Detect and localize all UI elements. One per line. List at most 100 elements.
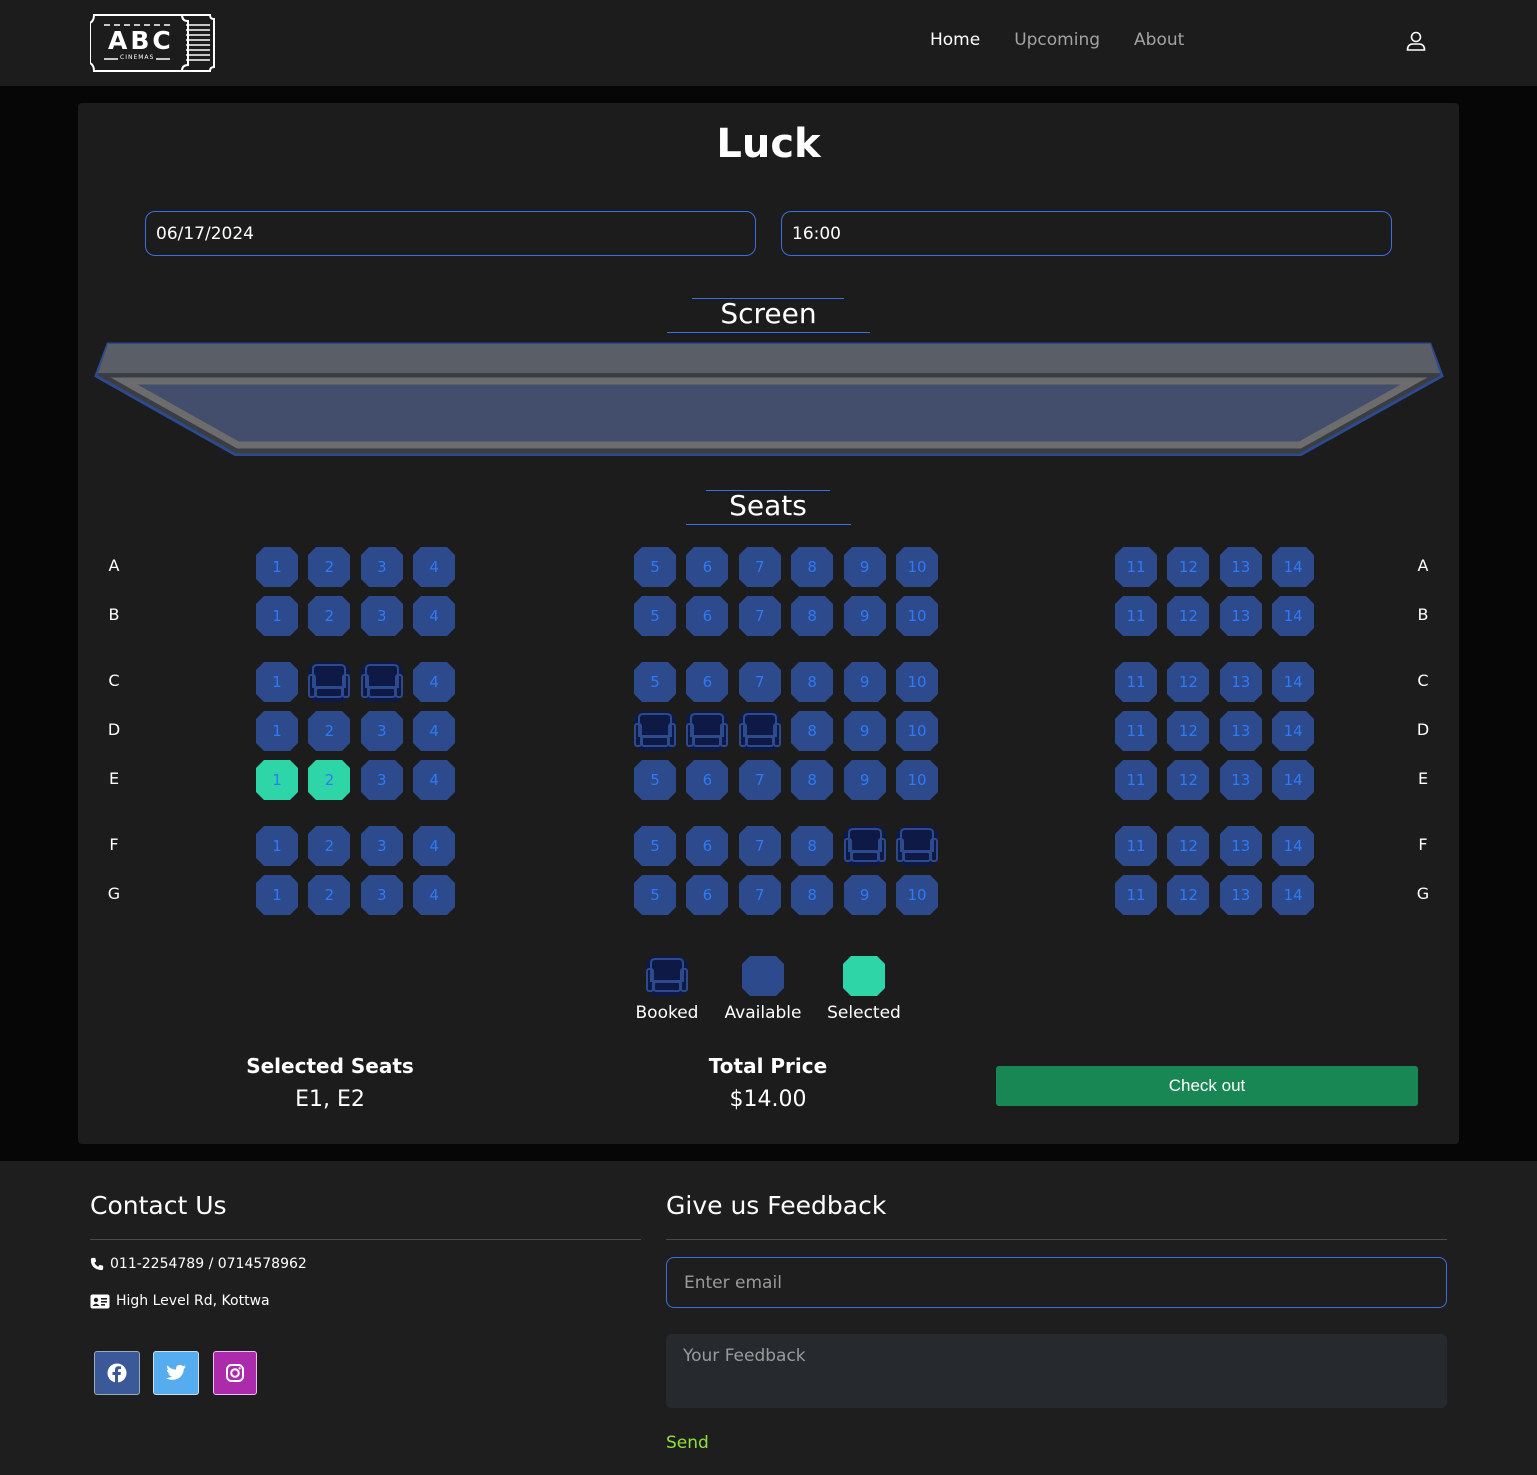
seat-d10[interactable]: 10 [895, 710, 939, 752]
seat-e3[interactable]: 3 [360, 759, 404, 801]
seat-g3[interactable]: 3 [360, 874, 404, 916]
seat-f3[interactable]: 3 [360, 825, 404, 867]
seat-b12[interactable]: 12 [1166, 595, 1210, 637]
seat-b11[interactable]: 11 [1114, 595, 1158, 637]
date-input[interactable]: 06/17/2024 [145, 211, 756, 256]
seat-f2[interactable]: 2 [307, 825, 351, 867]
nav-home-link[interactable]: Home [930, 30, 980, 50]
seat-g5[interactable]: 5 [633, 874, 677, 916]
seat-b10[interactable]: 10 [895, 595, 939, 637]
seat-e2[interactable]: 2 [307, 759, 351, 801]
seat-d4[interactable]: 4 [412, 710, 456, 752]
seat-c9[interactable]: 9 [843, 661, 887, 703]
seat-g13[interactable]: 13 [1219, 874, 1263, 916]
seat-c4[interactable]: 4 [412, 661, 456, 703]
seat-b4[interactable]: 4 [412, 595, 456, 637]
seat-f6[interactable]: 6 [685, 825, 729, 867]
seat-c11[interactable]: 11 [1114, 661, 1158, 703]
time-input[interactable]: 16:00 [781, 211, 1392, 256]
seat-g12[interactable]: 12 [1166, 874, 1210, 916]
seat-d13[interactable]: 13 [1219, 710, 1263, 752]
seat-g1[interactable]: 1 [255, 874, 299, 916]
seat-c1[interactable]: 1 [255, 661, 299, 703]
seat-c12[interactable]: 12 [1166, 661, 1210, 703]
seat-e10[interactable]: 10 [895, 759, 939, 801]
seat-c13[interactable]: 13 [1219, 661, 1263, 703]
seat-e14[interactable]: 14 [1271, 759, 1315, 801]
seat-e1[interactable]: 1 [255, 759, 299, 801]
seat-b7[interactable]: 7 [738, 595, 782, 637]
seat-c10[interactable]: 10 [895, 661, 939, 703]
seat-g6[interactable]: 6 [685, 874, 729, 916]
seat-e5[interactable]: 5 [633, 759, 677, 801]
seat-d12[interactable]: 12 [1166, 710, 1210, 752]
seat-a13[interactable]: 13 [1219, 546, 1263, 588]
send-button[interactable]: Send [666, 1433, 709, 1453]
seat-e4[interactable]: 4 [412, 759, 456, 801]
seat-d3[interactable]: 3 [360, 710, 404, 752]
seat-a11[interactable]: 11 [1114, 546, 1158, 588]
seat-f12[interactable]: 12 [1166, 825, 1210, 867]
seat-g11[interactable]: 11 [1114, 874, 1158, 916]
email-field[interactable]: Enter email [666, 1257, 1447, 1308]
seat-g7[interactable]: 7 [738, 874, 782, 916]
seat-g8[interactable]: 8 [790, 874, 834, 916]
seat-e6[interactable]: 6 [685, 759, 729, 801]
seat-b2[interactable]: 2 [307, 595, 351, 637]
feedback-textarea[interactable]: Your Feedback [666, 1334, 1447, 1408]
seat-b1[interactable]: 1 [255, 595, 299, 637]
seat-a7[interactable]: 7 [738, 546, 782, 588]
checkout-button[interactable]: Check out [996, 1066, 1418, 1106]
seat-a3[interactable]: 3 [360, 546, 404, 588]
seat-f11[interactable]: 11 [1114, 825, 1158, 867]
seat-b5[interactable]: 5 [633, 595, 677, 637]
seat-f7[interactable]: 7 [738, 825, 782, 867]
seat-a2[interactable]: 2 [307, 546, 351, 588]
seat-e13[interactable]: 13 [1219, 759, 1263, 801]
seat-g2[interactable]: 2 [307, 874, 351, 916]
seat-e7[interactable]: 7 [738, 759, 782, 801]
seat-a12[interactable]: 12 [1166, 546, 1210, 588]
seat-a14[interactable]: 14 [1271, 546, 1315, 588]
seat-a8[interactable]: 8 [790, 546, 834, 588]
seat-a1[interactable]: 1 [255, 546, 299, 588]
seat-c5[interactable]: 5 [633, 661, 677, 703]
seat-e8[interactable]: 8 [790, 759, 834, 801]
seat-a10[interactable]: 10 [895, 546, 939, 588]
seat-b13[interactable]: 13 [1219, 595, 1263, 637]
facebook-button[interactable] [94, 1351, 140, 1395]
seat-a4[interactable]: 4 [412, 546, 456, 588]
seat-d9[interactable]: 9 [843, 710, 887, 752]
seat-g9[interactable]: 9 [843, 874, 887, 916]
seat-c7[interactable]: 7 [738, 661, 782, 703]
seat-f4[interactable]: 4 [412, 825, 456, 867]
nav-upcoming-link[interactable]: Upcoming [1014, 30, 1100, 50]
seat-g4[interactable]: 4 [412, 874, 456, 916]
seat-g10[interactable]: 10 [895, 874, 939, 916]
seat-e12[interactable]: 12 [1166, 759, 1210, 801]
seat-a6[interactable]: 6 [685, 546, 729, 588]
user-icon[interactable] [1404, 29, 1428, 53]
seat-d11[interactable]: 11 [1114, 710, 1158, 752]
seat-f14[interactable]: 14 [1271, 825, 1315, 867]
seat-b14[interactable]: 14 [1271, 595, 1315, 637]
seat-a5[interactable]: 5 [633, 546, 677, 588]
seat-c14[interactable]: 14 [1271, 661, 1315, 703]
seat-d8[interactable]: 8 [790, 710, 834, 752]
instagram-button[interactable] [213, 1351, 257, 1395]
seat-f13[interactable]: 13 [1219, 825, 1263, 867]
seat-d2[interactable]: 2 [307, 710, 351, 752]
seat-c8[interactable]: 8 [790, 661, 834, 703]
seat-f8[interactable]: 8 [790, 825, 834, 867]
seat-b9[interactable]: 9 [843, 595, 887, 637]
seat-b8[interactable]: 8 [790, 595, 834, 637]
nav-about-link[interactable]: About [1134, 30, 1184, 50]
seat-f1[interactable]: 1 [255, 825, 299, 867]
seat-f5[interactable]: 5 [633, 825, 677, 867]
abc-cinemas-logo[interactable]: ABC CINEMAS [89, 13, 216, 73]
seat-e11[interactable]: 11 [1114, 759, 1158, 801]
seat-b3[interactable]: 3 [360, 595, 404, 637]
seat-b6[interactable]: 6 [685, 595, 729, 637]
seat-g14[interactable]: 14 [1271, 874, 1315, 916]
seat-a9[interactable]: 9 [843, 546, 887, 588]
